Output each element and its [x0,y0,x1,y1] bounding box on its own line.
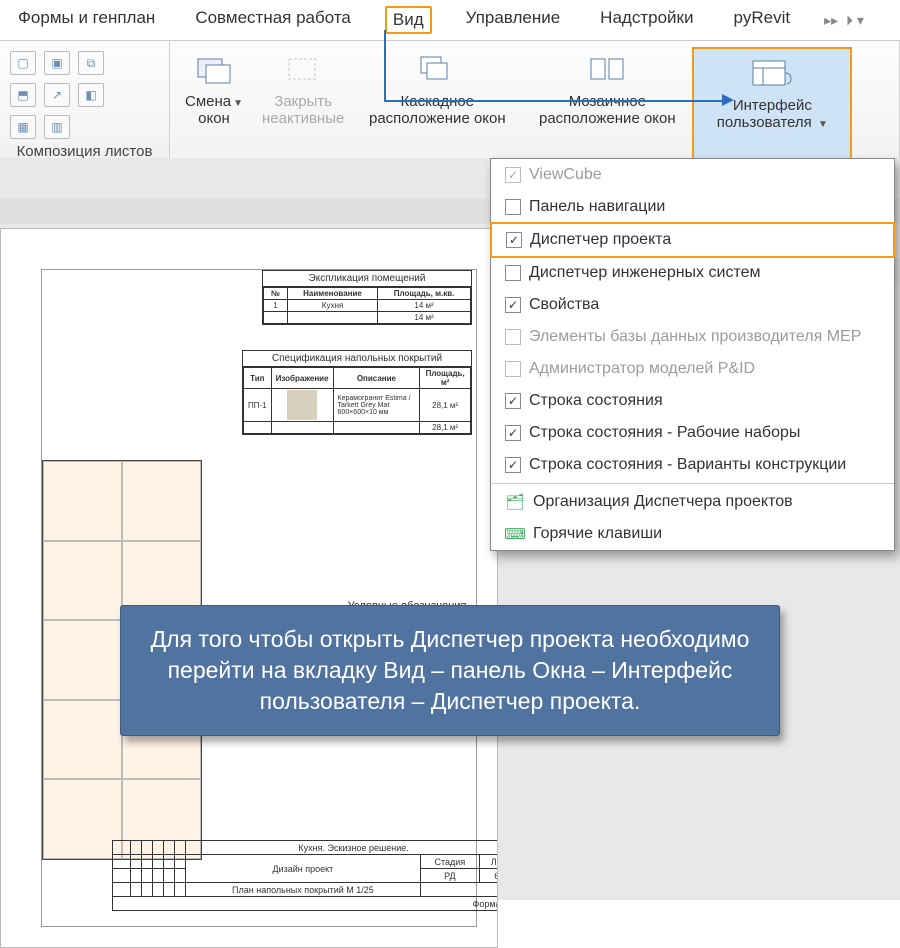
dd-browser-org[interactable]: 🗂 Организация Диспетчера проектов [491,486,894,518]
checkbox-icon [505,199,521,215]
checkbox-icon: ✓ [505,167,521,183]
instruction-callout: Для того чтобы открыть Диспетчер проекта… [120,605,780,736]
sheet-tool-icon-1[interactable]: ▢ [10,51,36,75]
tile-windows-button[interactable]: Мозаичное расположение окон [522,47,692,162]
sheet-tool-icon-5[interactable]: ↗ [44,83,70,107]
guide-arrow [384,100,724,102]
menu-tab-massing[interactable]: Формы и генплан [12,6,161,34]
dd-project-browser[interactable]: ✓ Диспетчер проекта [490,222,895,258]
floor-finish-schedule: Спецификация напольных покрытий ТипИзобр… [242,350,472,435]
close-inactive-icon [282,51,324,89]
user-interface-button[interactable]: Интерфейс пользователя ▼ [692,47,852,162]
sheet-tool-icon-3[interactable]: ⧉ [78,51,104,75]
checkbox-icon: ✓ [505,393,521,409]
dd-system-browser[interactable]: Диспетчер инженерных систем [491,257,894,289]
tile-icon [586,51,628,89]
title-block: Кухня. Эскизное решение. Дизайн проектСт… [112,840,498,911]
ribbon-panel-sheets: ▢ ▣ ⧉ ⬒ ↗ ◧ ▦ ▥ Композиция листов [0,41,170,164]
sheet-tool-icon-4[interactable]: ⬒ [10,83,36,107]
checkbox-icon: ✓ [506,232,522,248]
sheet-tool-icon-7[interactable]: ▦ [10,115,36,139]
sheet-tool-icon-2[interactable]: ▣ [44,51,70,75]
menu-tabs: Формы и генплан Совместная работа Вид Уп… [0,0,900,40]
user-interface-dropdown: ✓ ViewCube Панель навигации ✓ Диспетчер … [490,158,895,551]
dd-mep-db[interactable]: Элементы базы данных производителя MEP [491,321,894,353]
close-inactive-button[interactable]: Закрыть неактивные [254,47,352,162]
menu-tab-view[interactable]: Вид [385,6,432,34]
guide-arrow [384,30,386,100]
switch-windows-button[interactable]: Смена▼ окон [174,47,254,162]
dd-viewcube[interactable]: ✓ ViewCube [491,159,894,191]
menu-tab-collaborate[interactable]: Совместная работа [189,6,357,34]
dd-shortcuts[interactable]: ⌨ Горячие клавиши [491,518,894,550]
menu-tabs-overflow[interactable]: ▸▸ ⏵ ▾ [824,6,864,34]
switch-windows-icon [193,51,235,89]
cascade-windows-button[interactable]: Каскадное расположение окон [352,47,522,162]
dd-nav-bar[interactable]: Панель навигации [491,191,894,223]
user-interface-icon [751,55,793,93]
dd-properties[interactable]: ✓ Свойства [491,289,894,321]
arrow-head-icon [722,94,734,106]
dd-status-worksets[interactable]: ✓ Строка состояния - Рабочие наборы [491,417,894,449]
checkbox-icon [505,361,521,377]
cascade-icon [416,51,458,89]
checkbox-icon: ✓ [505,297,521,313]
room-schedule: Экспликация помещений №НаименованиеПлоща… [262,270,472,325]
menu-tab-addins[interactable]: Надстройки [594,6,699,34]
dd-status-design-options[interactable]: ✓ Строка состояния - Варианты конструкци… [491,449,894,481]
dropdown-separator [491,483,894,484]
checkbox-icon [505,329,521,345]
menu-tab-pyrevit[interactable]: pyRevit [727,6,796,34]
menu-tab-manage[interactable]: Управление [460,6,567,34]
drawing-sheet: Экспликация помещений №НаименованиеПлоща… [0,228,498,948]
ribbon: ▢ ▣ ⧉ ⬒ ↗ ◧ ▦ ▥ Композиция листов Смена▼… [0,40,900,165]
dd-pid-admin[interactable]: Администратор моделей P&ID [491,353,894,385]
checkbox-icon: ✓ [505,457,521,473]
ribbon-panel-windows: Смена▼ окон Закрыть неактивные Каскадное… [170,41,900,164]
keyboard-icon: ⌨ [505,525,525,543]
checkbox-icon: ✓ [505,425,521,441]
dd-status-bar[interactable]: ✓ Строка состояния [491,385,894,417]
tree-icon: 🗂 [505,493,525,511]
sheet-tool-icon-6[interactable]: ◧ [78,83,104,107]
sheet-tool-icon-8[interactable]: ▥ [44,115,70,139]
checkbox-icon [505,265,521,281]
